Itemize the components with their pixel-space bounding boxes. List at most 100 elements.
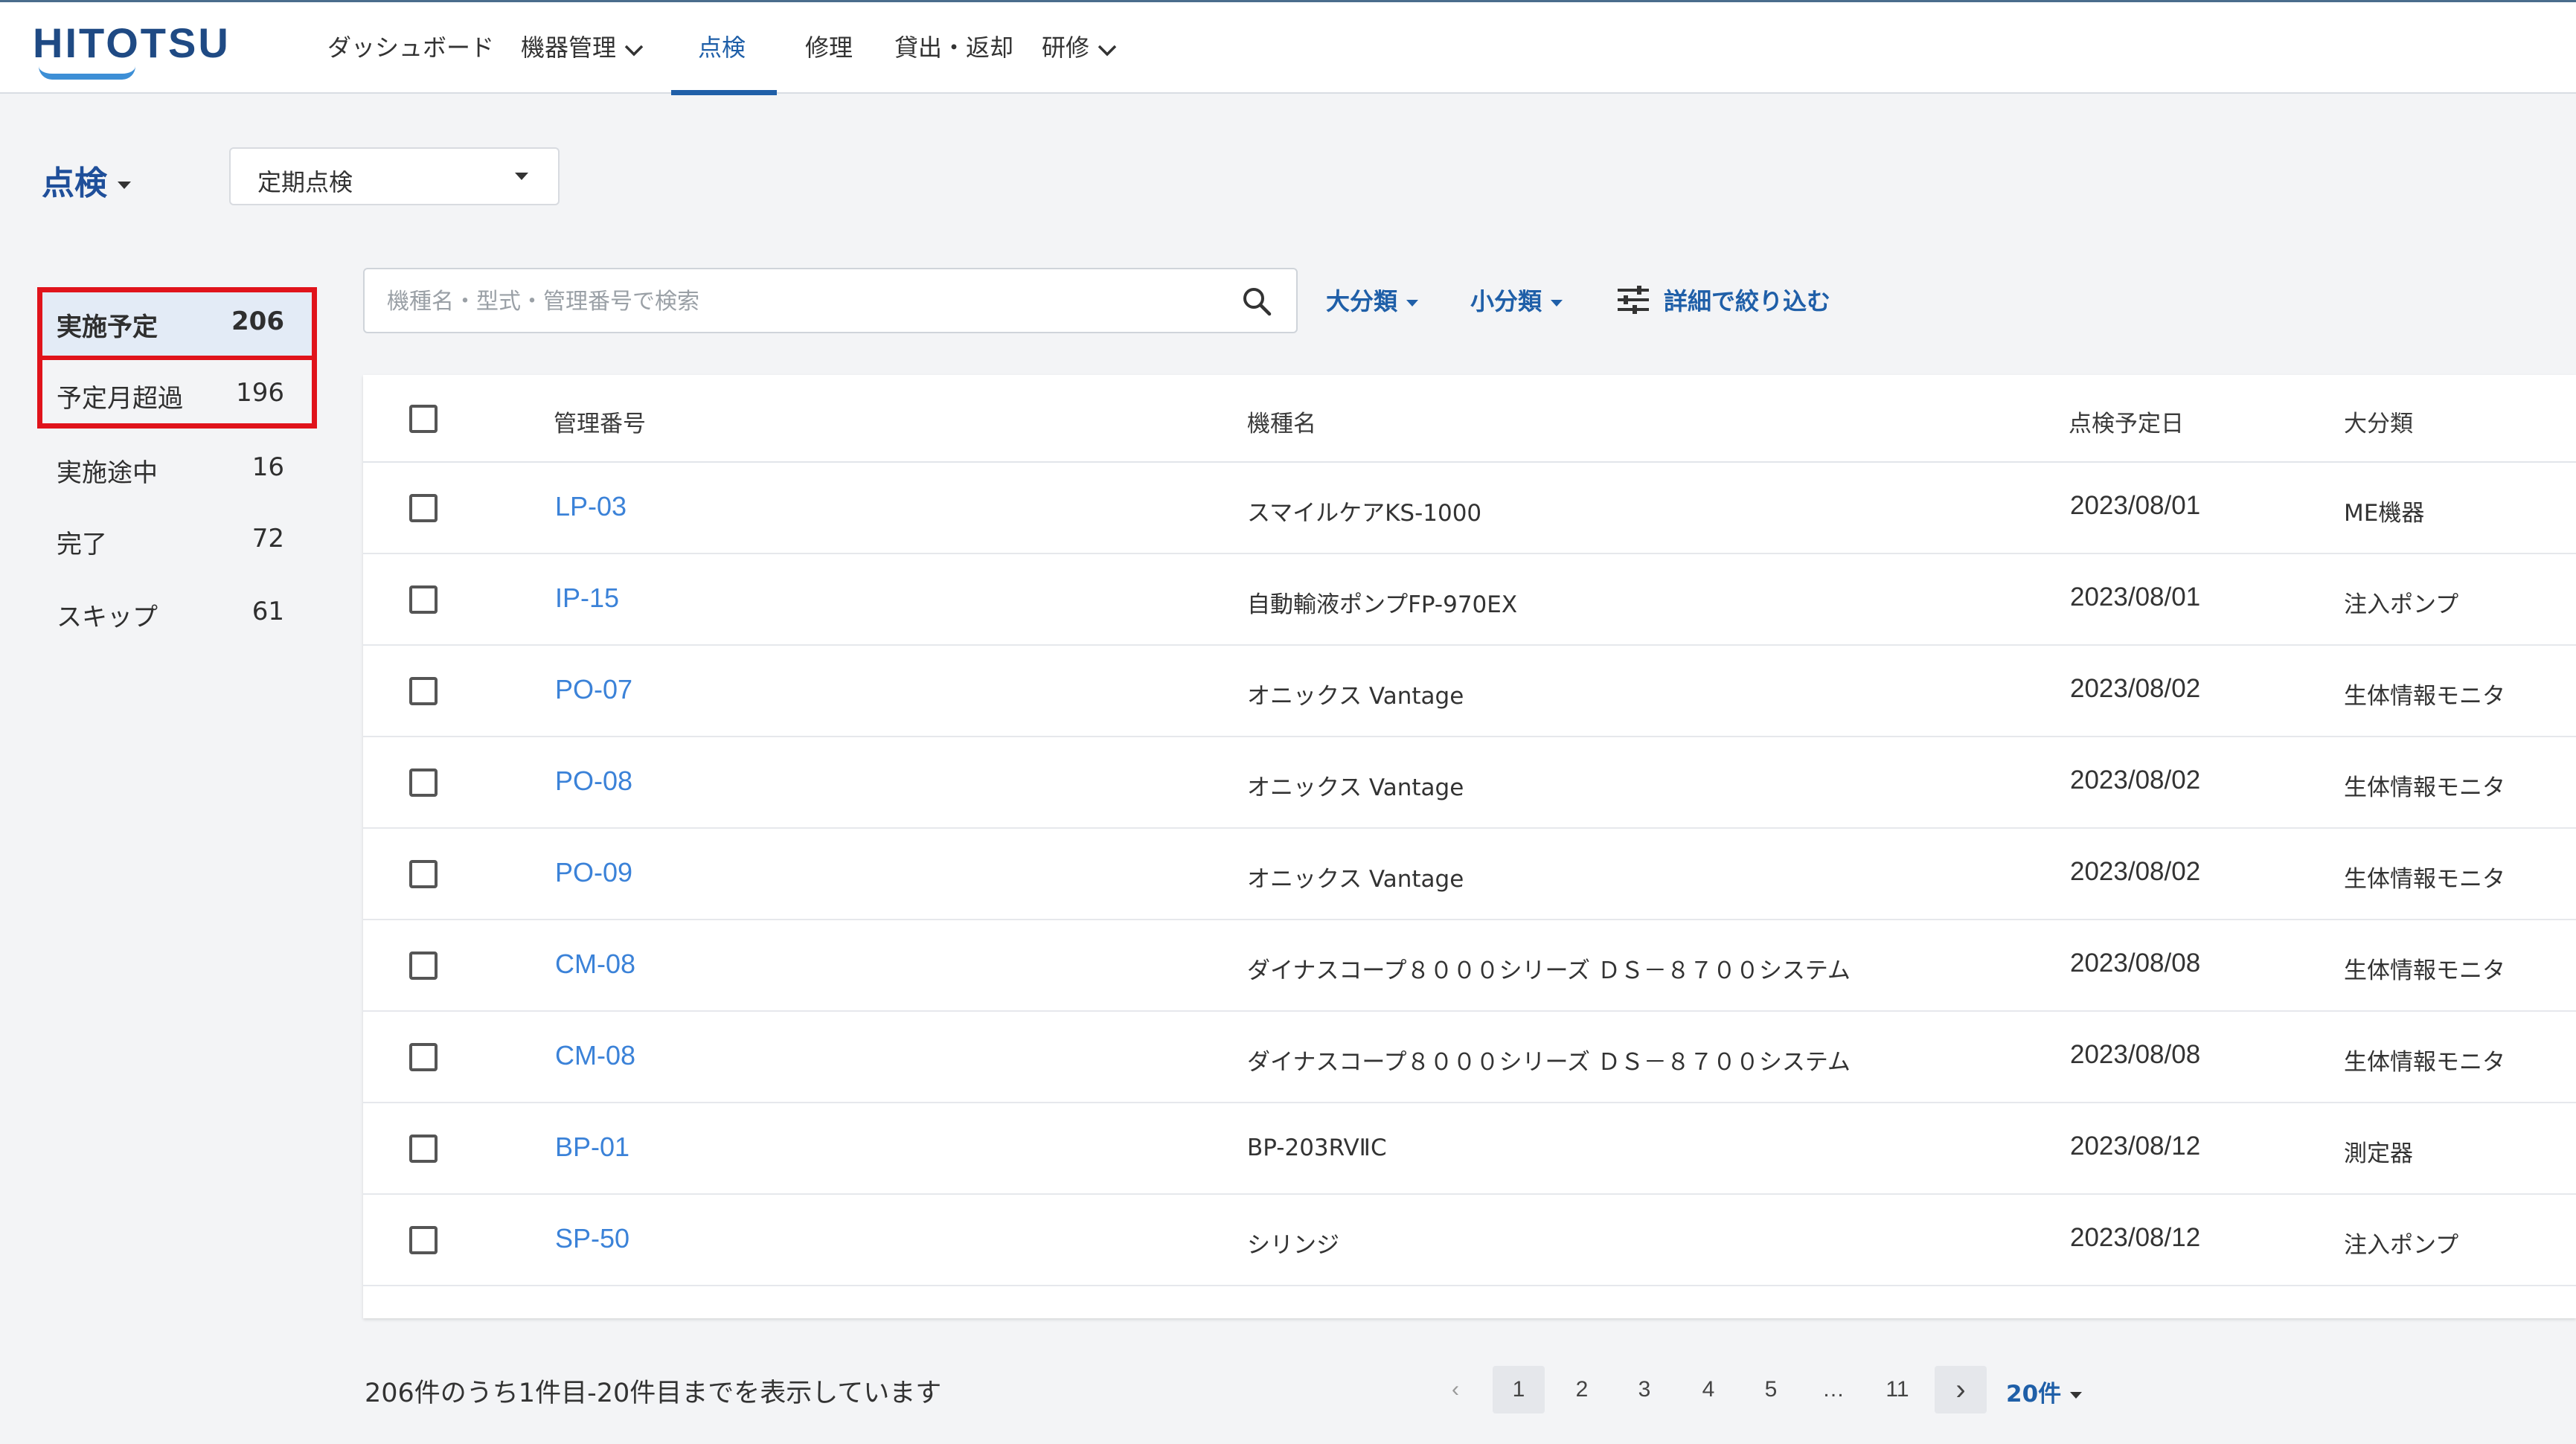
page-4-button[interactable]: 4 [1685, 1366, 1732, 1413]
sidebar-item-overdue[interactable]: 予定月超過 196 [39, 360, 314, 427]
next-page-button[interactable]: › [1935, 1366, 1987, 1413]
small-category-label: 小分類 [1470, 287, 1542, 315]
detail-filter-button[interactable]: 詳細で絞り込む [1616, 283, 1830, 321]
caret-down-icon [118, 182, 131, 189]
row-category: 注入ポンプ [2344, 591, 2459, 618]
active-tab-indicator [671, 90, 777, 95]
row-category: 生体情報モニタ [2344, 683, 2505, 710]
nav-devices[interactable]: 機器管理 [521, 29, 644, 96]
page-11-button[interactable]: 11 [1874, 1366, 1921, 1413]
nav-inspection[interactable]: 点検 [698, 29, 746, 96]
nav-repair[interactable]: 修理 [805, 29, 853, 96]
row-checkbox[interactable] [409, 1043, 438, 1071]
row-date: 2023/08/12 [2070, 1223, 2201, 1252]
table-row[interactable]: PO-07 オニックス Vantage 2023/08/02 生体情報モニタ [363, 646, 2576, 737]
sidebar-item-label: 実施途中 [57, 458, 158, 488]
sidebar-item-count: 196 [236, 378, 284, 408]
prev-page-button[interactable]: ‹ [1432, 1366, 1479, 1413]
row-checkbox[interactable] [409, 677, 438, 705]
sidebar-item-in-progress[interactable]: 実施途中 16 [39, 434, 314, 501]
row-id-link[interactable]: IP-15 [555, 583, 619, 614]
nav-dashboard[interactable]: ダッシュボード [327, 29, 494, 96]
row-date: 2023/08/08 [2070, 1040, 2201, 1069]
table-row[interactable]: SP-50 シリンジ 2023/08/12 注入ポンプ [363, 1195, 2576, 1286]
page-ellipsis: … [1822, 1377, 1845, 1402]
row-id-link[interactable]: PO-09 [555, 857, 632, 888]
row-model: 自動輸液ポンプFP-970EX [1247, 591, 1518, 618]
per-page-select[interactable]: 20件 [2006, 1375, 2083, 1408]
row-category: 生体情報モニタ [2344, 1049, 2505, 1076]
page-5-button[interactable]: 5 [1747, 1366, 1795, 1413]
nav-lending[interactable]: 貸出・返却 [894, 29, 1013, 96]
column-header-id[interactable]: 管理番号 [554, 405, 646, 438]
row-model: BP-203RVⅡC [1247, 1135, 1387, 1161]
row-date: 2023/08/08 [2070, 949, 2201, 978]
page-title: 点検 [42, 164, 107, 202]
row-date: 2023/08/02 [2070, 766, 2201, 795]
table-row[interactable]: PO-09 オニックス Vantage 2023/08/02 生体情報モニタ [363, 829, 2576, 920]
caret-down-icon [2070, 1392, 2083, 1399]
page-3-button[interactable]: 3 [1621, 1366, 1668, 1413]
page-1-button[interactable]: 1 [1493, 1366, 1545, 1413]
row-id-link[interactable]: LP-03 [555, 491, 627, 522]
pagination-summary: 206件のうち1件目-20件目までを表示しています [365, 1379, 942, 1408]
row-checkbox[interactable] [409, 768, 438, 797]
tune-icon [1616, 284, 1650, 321]
table-row[interactable]: IP-15 自動輸液ポンプFP-970EX 2023/08/01 注入ポンプ [363, 554, 2576, 646]
select-all-checkbox[interactable] [409, 405, 438, 433]
row-category: 測定器 [2344, 1140, 2413, 1167]
column-header-category[interactable]: 大分類 [2344, 405, 2413, 438]
row-date: 2023/08/02 [2070, 857, 2201, 886]
sidebar-item-count: 206 [231, 307, 284, 336]
highlight-annotation-divider [37, 356, 317, 360]
app-logo[interactable]: HITOTSU [33, 19, 231, 67]
inspection-type-select[interactable]: 定期点検 [229, 147, 560, 205]
small-category-filter[interactable]: 小分類 [1470, 283, 1563, 317]
sidebar-item-count: 72 [251, 524, 284, 553]
sidebar-item-count: 61 [251, 597, 284, 626]
row-id-link[interactable]: PO-07 [555, 674, 632, 705]
page-2-button[interactable]: 2 [1558, 1366, 1606, 1413]
table-row[interactable]: CM-08 ダイナスコープ８０００シリーズ ＤＳ－８７００システム 2023/0… [363, 920, 2576, 1012]
sidebar-item-label: 実施予定 [57, 312, 158, 342]
search-icon[interactable] [1240, 284, 1274, 321]
row-checkbox[interactable] [409, 1226, 438, 1254]
column-header-model[interactable]: 機種名 [1247, 405, 1316, 438]
row-id-link[interactable]: PO-08 [555, 766, 632, 797]
nav-training[interactable]: 研修 [1042, 29, 1118, 96]
sidebar-item-skipped[interactable]: スキップ 61 [39, 579, 314, 646]
table-row[interactable]: CM-08 ダイナスコープ８０００シリーズ ＤＳ－８７００システム 2023/0… [363, 1012, 2576, 1103]
row-id-link[interactable]: SP-50 [555, 1223, 629, 1254]
inspection-table: 管理番号 機種名 点検予定日 大分類 LP-03 スマイルケアKS-1000 2… [363, 375, 2576, 1318]
detail-filter-label: 詳細で絞り込む [1664, 287, 1831, 315]
sidebar-item-completed[interactable]: 完了 72 [39, 506, 314, 573]
row-model: シリンジ [1247, 1232, 1339, 1259]
table-row[interactable]: PO-08 オニックス Vantage 2023/08/02 生体情報モニタ [363, 737, 2576, 829]
row-date: 2023/08/12 [2070, 1132, 2201, 1161]
row-model: オニックス Vantage [1247, 774, 1464, 801]
table-header: 管理番号 機種名 点検予定日 大分類 [363, 375, 2576, 463]
chevron-down-icon [624, 35, 644, 63]
table-row[interactable]: LP-03 スマイルケアKS-1000 2023/08/01 ME機器 [363, 463, 2576, 554]
large-category-filter[interactable]: 大分類 [1326, 283, 1419, 317]
row-id-link[interactable]: BP-01 [555, 1132, 629, 1163]
row-id-link[interactable]: CM-08 [555, 949, 635, 980]
row-model: ダイナスコープ８０００シリーズ ＤＳ－８７００システム [1247, 957, 1851, 984]
inspection-type-value: 定期点検 [257, 168, 353, 196]
search-input[interactable] [385, 283, 1207, 320]
table-row[interactable]: BP-01 BP-203RVⅡC 2023/08/12 測定器 [363, 1103, 2576, 1195]
column-header-date[interactable]: 点検予定日 [2069, 405, 2184, 438]
sidebar-item-scheduled[interactable]: 実施予定 206 [39, 289, 314, 356]
row-checkbox[interactable] [409, 860, 438, 888]
row-id-link[interactable]: CM-08 [555, 1040, 635, 1071]
row-checkbox[interactable] [409, 952, 438, 980]
nav-training-label: 研修 [1042, 33, 1090, 62]
row-category: 生体情報モニタ [2344, 866, 2505, 893]
row-checkbox[interactable] [409, 585, 438, 614]
row-checkbox[interactable] [409, 494, 438, 522]
row-category: 生体情報モニタ [2344, 774, 2505, 801]
page-title-dropdown[interactable]: 点検 [42, 156, 131, 204]
row-checkbox[interactable] [409, 1135, 438, 1163]
row-model: スマイルケアKS-1000 [1247, 500, 1482, 527]
row-date: 2023/08/02 [2070, 674, 2201, 703]
